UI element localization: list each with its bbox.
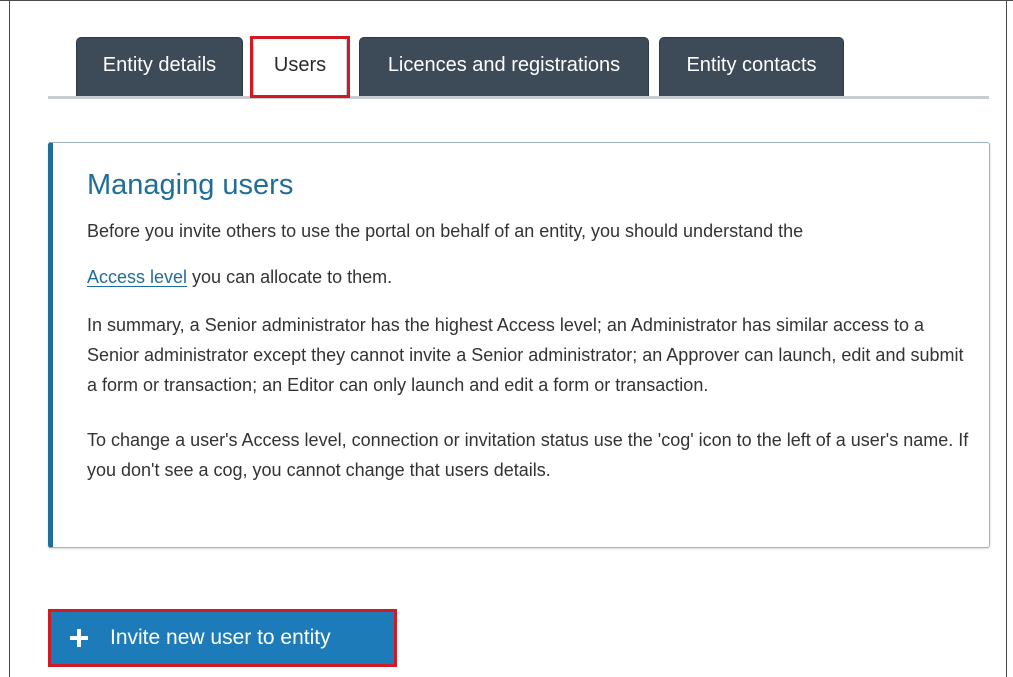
tab-underline — [48, 96, 989, 99]
frame-top-line — [0, 0, 1013, 1]
panel-access-level-line: Access level you can allocate to them. — [87, 262, 977, 292]
frame-right-line — [1006, 0, 1007, 677]
access-level-link[interactable]: Access level — [87, 267, 187, 287]
tab-entity-contacts[interactable]: Entity contacts — [659, 37, 844, 98]
tab-users[interactable]: Users — [253, 37, 347, 99]
panel-cog-instructions: To change a user's Access level, connect… — [87, 430, 969, 480]
managing-users-panel: Managing users Before you invite others … — [48, 142, 990, 548]
invite-new-user-button[interactable]: Invite new user to entity — [48, 609, 397, 667]
tab-entity-details[interactable]: Entity details — [76, 37, 243, 98]
tab-licences-and-registrations[interactable]: Licences and registrations — [359, 37, 649, 98]
access-level-line-rest: you can allocate to them. — [187, 267, 393, 287]
plus-icon — [70, 629, 88, 647]
panel-summary-text: In summary, a Senior administrator has t… — [87, 315, 964, 395]
invite-button-label: Invite new user to entity — [110, 626, 331, 649]
panel-title: Managing users — [87, 169, 294, 201]
panel-intro-text: Before you invite others to use the port… — [87, 221, 804, 241]
frame-left-line — [9, 0, 10, 677]
